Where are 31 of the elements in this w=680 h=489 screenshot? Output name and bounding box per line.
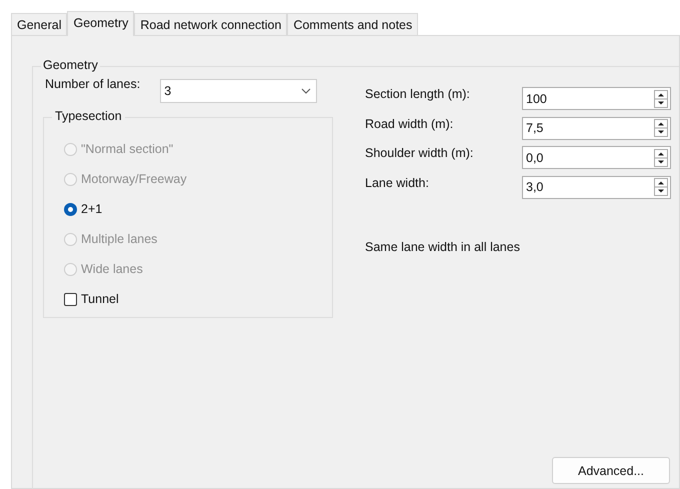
advanced-button[interactable]: Advanced... bbox=[552, 457, 670, 484]
spinner-arrows-icon bbox=[654, 178, 668, 196]
field-label: Section length (m): bbox=[365, 87, 471, 101]
field-label: Lane width: bbox=[365, 176, 430, 190]
note-text: Same lane width in all lanes bbox=[365, 240, 521, 254]
option-label: Tunnel bbox=[81, 292, 119, 306]
chevron-down-icon bbox=[301, 88, 312, 94]
checkbox[interactable] bbox=[64, 292, 77, 306]
spinner-arrows-icon bbox=[654, 90, 668, 108]
number-field[interactable]: 7,5 bbox=[522, 116, 671, 140]
tab[interactable]: Geometry bbox=[67, 11, 134, 36]
field-label: Shoulder width (m): bbox=[365, 146, 474, 160]
tab[interactable]: General bbox=[11, 13, 68, 35]
field-label: Road width (m): bbox=[365, 116, 454, 130]
tab[interactable]: Comments and notes bbox=[287, 13, 418, 35]
tab[interactable]: Road network connection bbox=[134, 13, 288, 35]
number-field[interactable]: 3,0 bbox=[522, 176, 671, 198]
option-label: "Normal section" bbox=[81, 142, 174, 156]
option-label: Motorway/Freeway bbox=[81, 172, 187, 186]
spinner-arrows-icon bbox=[654, 119, 668, 137]
lanes-dropdown[interactable]: 3 bbox=[160, 79, 318, 103]
option-label: Multiple lanes bbox=[81, 232, 158, 246]
option-label: 2+1 bbox=[81, 202, 102, 216]
option-label: Wide lanes bbox=[81, 262, 143, 276]
field-label: Number of lanes: bbox=[45, 77, 140, 91]
number-field[interactable]: 0,0 bbox=[522, 146, 671, 169]
number-field[interactable]: 100 bbox=[522, 87, 671, 110]
spinner-arrows-icon bbox=[654, 148, 668, 166]
group-title: Geometry bbox=[41, 58, 100, 72]
group-title: Typesection bbox=[52, 109, 125, 123]
radio-button[interactable] bbox=[64, 202, 77, 216]
